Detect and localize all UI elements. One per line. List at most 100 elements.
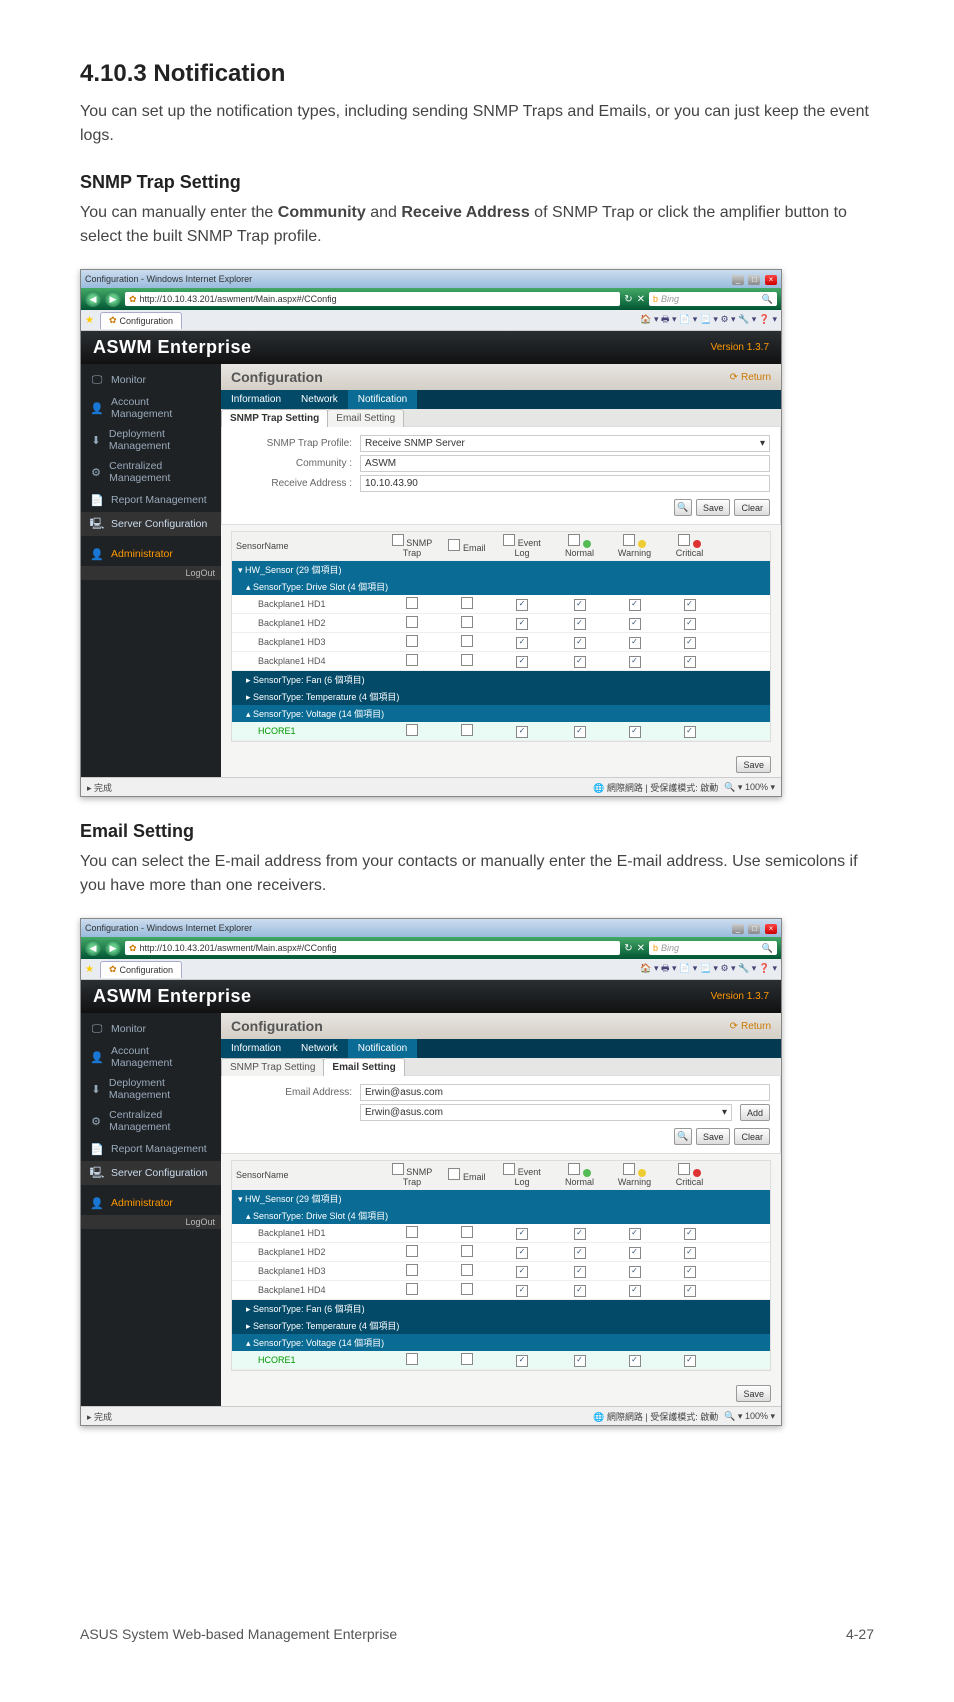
sidebar-item-report[interactable]: 📄Report Management (81, 488, 221, 512)
search-go-icon[interactable]: 🔍 (762, 943, 773, 954)
subtab-snmp[interactable]: SNMP Trap Setting (221, 409, 328, 427)
checkbox[interactable] (684, 1228, 696, 1240)
tab-network[interactable]: Network (291, 1039, 348, 1058)
maximize-icon[interactable]: □ (748, 275, 760, 285)
checkbox[interactable] (406, 1353, 418, 1365)
checkbox[interactable] (629, 618, 641, 630)
checkbox[interactable] (516, 1247, 528, 1259)
checkbox[interactable] (574, 618, 586, 630)
table-save-button[interactable]: Save (736, 756, 771, 773)
clear-button[interactable]: Clear (734, 499, 770, 516)
snmp-profile-select[interactable]: Receive SNMP Server▾ (360, 435, 770, 452)
checkbox[interactable] (684, 1266, 696, 1278)
amplifier-button[interactable]: 🔍 (674, 1128, 692, 1145)
checkbox[interactable] (406, 1226, 418, 1238)
checkbox[interactable] (684, 618, 696, 630)
checkbox[interactable] (406, 635, 418, 647)
checkbox[interactable] (516, 726, 528, 738)
save-button[interactable]: Save (696, 1128, 731, 1145)
group-voltage[interactable]: ▴ SensorType: Voltage (14 個項目) (232, 1334, 770, 1351)
tab-information[interactable]: Information (221, 390, 291, 409)
checkbox[interactable] (516, 1285, 528, 1297)
checkbox[interactable] (503, 1163, 515, 1175)
checkbox[interactable] (629, 637, 641, 649)
checkbox[interactable] (574, 1266, 586, 1278)
subtab-email[interactable]: Email Setting (323, 1058, 404, 1076)
maximize-icon[interactable]: □ (748, 924, 760, 934)
checkbox[interactable] (461, 635, 473, 647)
checkbox[interactable] (678, 1163, 690, 1175)
checkbox[interactable] (684, 1355, 696, 1367)
checkbox[interactable] (406, 1264, 418, 1276)
search-bar[interactable]: b Bing 🔍 (649, 941, 777, 955)
checkbox[interactable] (629, 1266, 641, 1278)
checkbox[interactable] (684, 1285, 696, 1297)
stop-icon[interactable]: ✕ (637, 294, 645, 305)
address-input[interactable]: 10.10.43.90 (360, 475, 770, 492)
checkbox[interactable] (516, 599, 528, 611)
sidebar-item-report[interactable]: 📄Report Management (81, 1137, 221, 1161)
checkbox[interactable] (461, 654, 473, 666)
checkbox[interactable] (461, 1264, 473, 1276)
forward-icon[interactable]: ▶ (105, 291, 121, 307)
checkbox[interactable] (629, 656, 641, 668)
group-temp[interactable]: ▸ SensorType: Temperature (4 個項目) (232, 1317, 770, 1334)
zoom-level[interactable]: 🔍 ▾ 100% ▾ (724, 782, 775, 793)
add-button[interactable]: Add (740, 1104, 770, 1121)
favorites-icon[interactable]: ★ (85, 964, 94, 975)
group-temp[interactable]: ▸ SensorType: Temperature (4 個項目) (232, 688, 770, 705)
tab-notification[interactable]: Notification (348, 1039, 417, 1058)
group-fan[interactable]: ▸ SensorType: Fan (6 個項目) (232, 1300, 770, 1317)
checkbox[interactable] (574, 637, 586, 649)
checkbox[interactable] (516, 656, 528, 668)
amplifier-button[interactable]: 🔍 (674, 499, 692, 516)
logout-button[interactable]: LogOut (81, 566, 221, 580)
checkbox[interactable] (574, 1355, 586, 1367)
checkbox[interactable] (684, 637, 696, 649)
checkbox[interactable] (684, 656, 696, 668)
search-bar[interactable]: b Bing 🔍 (649, 292, 777, 306)
refresh-icon[interactable]: ↻ (624, 943, 632, 954)
checkbox[interactable] (406, 616, 418, 628)
checkbox[interactable] (574, 1228, 586, 1240)
checkbox[interactable] (678, 534, 690, 546)
sidebar-item-account[interactable]: 👤Account Management (81, 392, 221, 424)
checkbox[interactable] (392, 1163, 404, 1175)
checkbox[interactable] (574, 1247, 586, 1259)
minimize-icon[interactable]: _ (732, 924, 744, 934)
sidebar-item-monitor[interactable]: 🖵Monitor (81, 368, 221, 392)
url-bar[interactable]: ✿ http://10.10.43.201/aswment/Main.aspx#… (125, 941, 620, 955)
email-list-select[interactable]: Erwin@asus.com▾ (360, 1104, 732, 1121)
ie-toolbar[interactable]: 🏠 ▾ 🖶 ▾ 📄 ▾ 📃 ▾ ⚙ ▾ 🔧 ▾ ❓ ▾ (640, 312, 777, 328)
checkbox[interactable] (629, 1247, 641, 1259)
ie-toolbar[interactable]: 🏠 ▾ 🖶 ▾ 📄 ▾ 📃 ▾ ⚙ ▾ 🔧 ▾ ❓ ▾ (640, 961, 777, 977)
group-drive-slot[interactable]: ▴ SensorType: Drive Slot (4 個項目) (232, 1207, 770, 1224)
tab-notification[interactable]: Notification (348, 390, 417, 409)
table-save-button[interactable]: Save (736, 1385, 771, 1402)
checkbox[interactable] (406, 724, 418, 736)
sidebar-item-deployment[interactable]: ⬇Deployment Management (81, 1073, 221, 1105)
sidebar-item-server-config[interactable]: 🖳Server Configuration (81, 1161, 221, 1185)
checkbox[interactable] (461, 616, 473, 628)
group-drive-slot[interactable]: ▴ SensorType: Drive Slot (4 個項目) (232, 578, 770, 595)
refresh-icon[interactable]: ↻ (624, 294, 632, 305)
close-icon[interactable]: × (765, 924, 777, 934)
checkbox[interactable] (568, 1163, 580, 1175)
sidebar-item-deployment[interactable]: ⬇Deployment Management (81, 424, 221, 456)
checkbox[interactable] (629, 599, 641, 611)
save-button[interactable]: Save (696, 499, 731, 516)
checkbox[interactable] (406, 1245, 418, 1257)
tab-information[interactable]: Information (221, 1039, 291, 1058)
checkbox[interactable] (629, 1355, 641, 1367)
checkbox[interactable] (461, 724, 473, 736)
checkbox[interactable] (448, 1168, 460, 1180)
search-go-icon[interactable]: 🔍 (762, 294, 773, 305)
checkbox[interactable] (684, 599, 696, 611)
close-icon[interactable]: × (765, 275, 777, 285)
checkbox[interactable] (568, 534, 580, 546)
checkbox[interactable] (574, 656, 586, 668)
forward-icon[interactable]: ▶ (105, 940, 121, 956)
favorites-icon[interactable]: ★ (85, 315, 94, 326)
group-voltage[interactable]: ▴ SensorType: Voltage (14 個項目) (232, 705, 770, 722)
checkbox[interactable] (461, 597, 473, 609)
